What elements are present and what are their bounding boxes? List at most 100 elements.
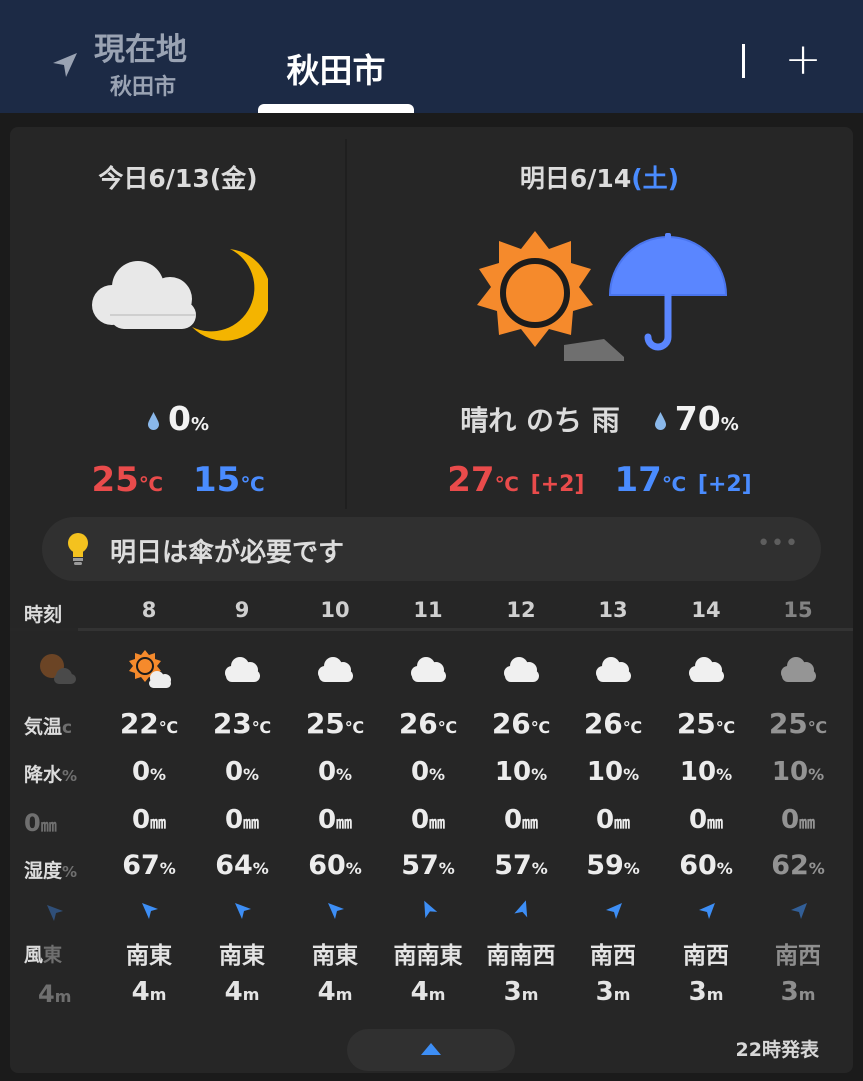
hour-wind-direction: 南東 [126,943,172,969]
wind-arrow-icon [47,905,63,921]
issued-time: 22時発表 [735,1039,819,1061]
tab-current-location[interactable]: 現在地 秋田市 [50,22,250,102]
tomorrow-low: 17℃ [+2] [614,460,752,500]
cloud-icon [781,657,816,682]
cloud-icon [225,657,260,682]
today-pop-unit: % [190,414,209,435]
hour-label: 14 [691,598,721,622]
sunny-then-rain-icon [477,231,728,361]
cloudy-night-icon [92,249,268,341]
hourly-forecast[interactable]: 8 22℃ 0% 0㎜ 67% 南東 4m 9 23℃ 0% 0㎜ 64% 南東 4m 10 25℃ 0% 0㎜ 6… [10,592,853,1002]
hour-label: 9 [234,598,250,622]
hour-column: 13 26℃ 10% 0㎜ 59% 南西 3m [567,592,659,1002]
today-forecast[interactable]: 今日6/13(金) 0% 25℃ 15℃ [10,127,346,507]
hour-label: 11 [413,598,443,622]
wind-arrow-icon [791,903,807,919]
hour-precip: 0㎜ [688,805,724,835]
cloud-icon [318,657,353,682]
hour-column: 11 26℃ 0% 0㎜ 57% 南南東 4m [382,592,474,1002]
today-high: 25℃ [91,460,163,500]
hour-pop: 10% [586,757,640,787]
wind-arrow-icon [606,903,622,919]
hour-column: 9 23℃ 0% 0㎜ 64% 南東 4m [196,592,288,1002]
sun-cloud-icon [129,650,171,688]
hour-label: 15 [783,598,813,622]
tomorrow-forecast[interactable]: 明日6/14(土) 晴れ のち 雨 70% 27℃ [+2] 17℃ [+2] [346,127,853,507]
label-temp: 気温c [24,716,73,738]
hour-humidity: 67% [122,850,176,881]
hour-temp: 22℃ [119,707,179,740]
today-temps: 25℃ 15℃ [10,460,346,500]
hour-wind-speed: 4m [410,977,446,1002]
hour-humidity: 57% [401,850,455,881]
forecast-card: 今日6/13(金) 0% 25℃ 15℃ 明日6/14(土) 晴れ のち 雨 7… [10,127,853,1073]
hour-wind-speed: 3m [780,977,816,1002]
hour-wind-direction: 南西 [590,943,636,969]
label-wind-speed-partial: 4m [38,980,72,1002]
current-location-city: 秋田市 [110,75,177,100]
hour-wind-speed: 4m [317,977,353,1002]
hour-wind-speed: 3m [503,977,539,1002]
hour-precip: 0㎜ [224,805,260,835]
wind-arrow-icon [424,900,438,919]
wind-arrow-icon [514,900,528,918]
tab-akita[interactable]: 秋田市 [258,30,414,113]
hour-column: 8 22℃ 0% 0㎜ 67% 南東 4m [103,592,195,1002]
hour-wind-direction: 南西 [775,943,821,969]
collapse-button[interactable] [347,1029,515,1071]
hour-wind-direction: 南南東 [393,943,463,969]
label-humidity: 湿度% [24,860,78,882]
hour-pop: 0% [410,757,446,787]
hour-pop: 10% [771,757,825,787]
hour-humidity: 64% [215,850,269,881]
hour-wind-speed: 4m [224,977,260,1002]
hour-column: 14 25℃ 10% 0㎜ 60% 南西 3m [660,592,752,1002]
hour-pop: 10% [679,757,733,787]
tomorrow-title: 明日6/14(土) [519,164,680,193]
tomorrow-day-of-week: (土) [631,164,680,193]
add-location-button[interactable]: + [780,38,826,84]
header-divider [742,44,745,78]
header-bar: 現在地 秋田市 秋田市 + [0,0,863,113]
cloud-icon [596,657,631,682]
hour-temp: 25℃ [676,707,736,740]
active-tab-indicator [258,104,414,113]
hour-wind-direction: 南東 [312,943,358,969]
hour-wind-direction: 南南西 [486,943,556,969]
row-labels: 時刻 気温c 降水% 0㎜ 湿度% 風東 4m [10,592,78,1002]
today-title: 今日6/13(金) [98,164,258,193]
wind-arrow-icon [328,903,344,919]
hour-temp: 26℃ [491,707,551,740]
location-arrow-icon [53,53,77,77]
hour-temp: 26℃ [398,707,458,740]
hour-column: 10 25℃ 0% 0㎜ 60% 南東 4m [289,592,381,1002]
hour-precip: 0㎜ [410,805,446,835]
current-location-title: 現在地 [94,32,187,68]
hour-temp: 26℃ [583,707,643,740]
umbrella-tip-banner[interactable]: 明日は傘が必要です ••• [42,517,821,581]
today-low: 15℃ [193,460,265,500]
hour-humidity: 62% [771,850,825,881]
tomorrow-weather-text: 晴れ のち 雨 [460,404,620,437]
hour-precip: 0㎜ [131,805,167,835]
tip-more-icon[interactable]: ••• [757,531,799,556]
hour-precip: 0㎜ [503,805,539,835]
hour-temp: 25℃ [305,707,365,740]
hour-wind-speed: 4m [131,977,167,1002]
wind-arrow-icon [699,903,715,919]
hour-label: 12 [506,598,536,622]
hour-column: 15 25℃ 10% 0㎜ 62% 南西 3m [752,592,844,1002]
tomorrow-summary: 晴れ のち 雨 70% [346,399,853,439]
tomorrow-high: 27℃ [+2] [447,460,585,500]
wind-arrow-icon [142,903,158,919]
label-precip-partial: 0㎜ [24,809,57,837]
label-pop: 降水% [24,764,78,786]
hour-pop: 0% [131,757,167,787]
raindrop-icon [654,411,666,430]
lightbulb-icon [68,533,88,565]
hour-pop: 10% [494,757,548,787]
hour-humidity: 60% [308,850,362,881]
hour-humidity: 60% [679,850,733,881]
hour-pop: 0% [317,757,353,787]
hour-precip: 0㎜ [317,805,353,835]
